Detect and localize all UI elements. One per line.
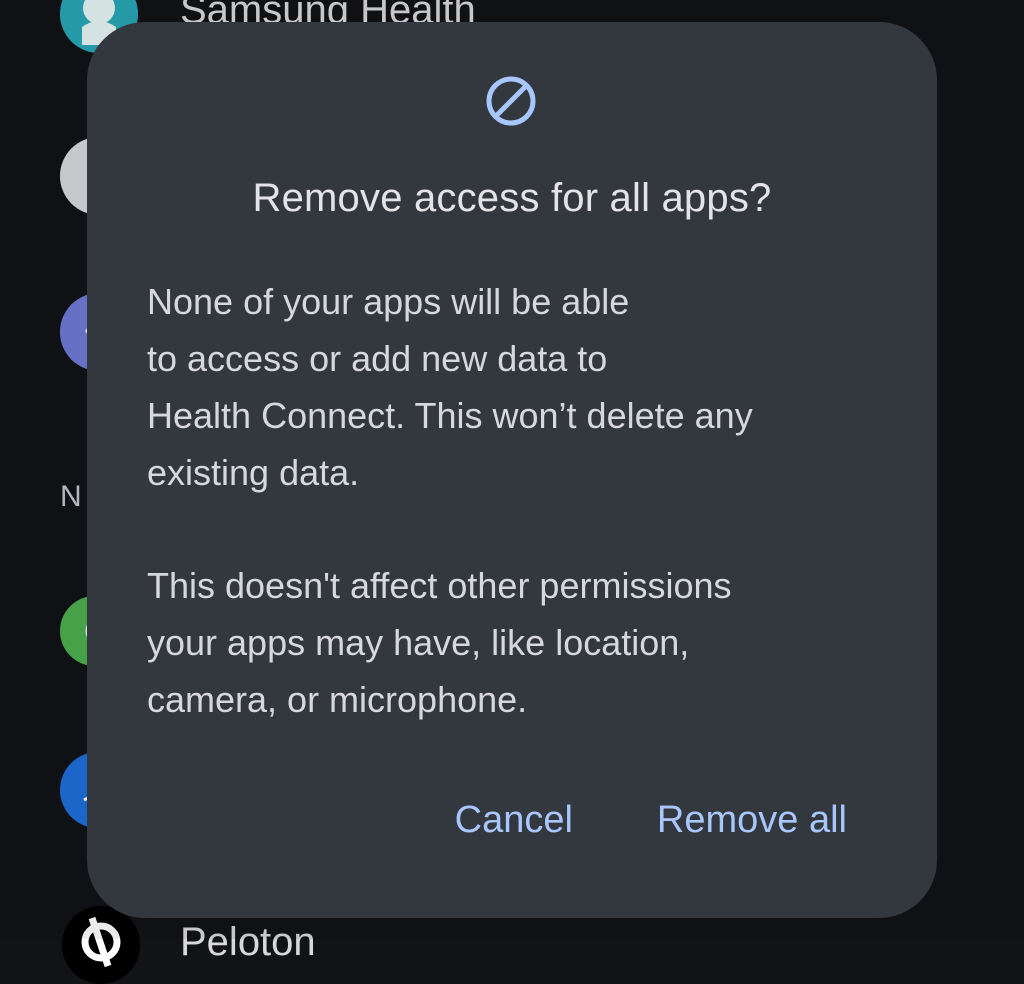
body-line: existing data. xyxy=(147,452,360,493)
remove-all-button[interactable]: Remove all xyxy=(657,798,847,844)
dialog-body-paragraph-1: None of your apps will be able to access… xyxy=(147,273,867,501)
body-line: This doesn't affect other permissions xyxy=(147,565,732,606)
body-line: camera, or microphone. xyxy=(147,679,528,720)
dialog-body-paragraph-2: This doesn't affect other permissions yo… xyxy=(147,557,867,728)
body-line: to access or add new data to xyxy=(147,338,608,379)
dialog-title: Remove access for all apps? xyxy=(252,176,772,220)
dialog-actions: Cancel Remove all xyxy=(455,798,847,844)
body-line: your apps may have, like location, xyxy=(147,622,690,663)
block-icon xyxy=(486,76,536,126)
body-line: Health Connect. This won’t delete any xyxy=(147,395,753,436)
cancel-button[interactable]: Cancel xyxy=(455,798,573,844)
remove-access-dialog: Remove access for all apps? None of your… xyxy=(87,22,937,918)
body-line: None of your apps will be able xyxy=(147,281,630,322)
